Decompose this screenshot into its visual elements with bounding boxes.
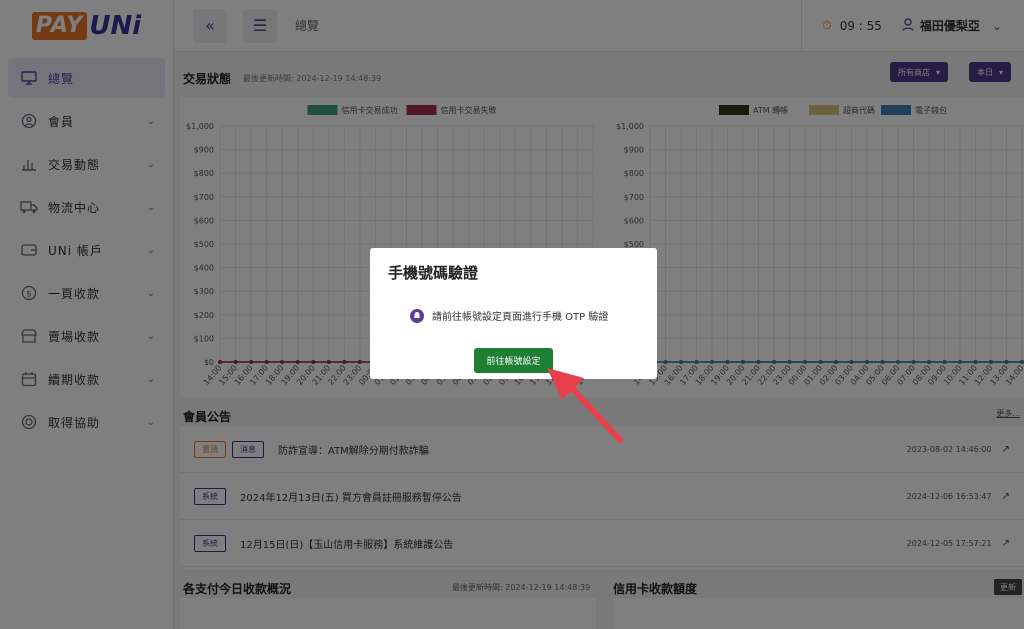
modal-message-text: 請前往帳號設定頁面進行手機 OTP 驗證: [432, 312, 609, 323]
modal-message: 請前往帳號設定頁面進行手機 OTP 驗證: [410, 308, 608, 323]
bell-icon: [410, 308, 424, 323]
modal-title: 手機號碼驗證: [388, 264, 479, 282]
go-to-account-settings-button[interactable]: 前往帳號設定: [474, 348, 553, 373]
phone-verification-modal: 手機號碼驗證 請前往帳號設定頁面進行手機 OTP 驗證 前往帳號設定: [370, 248, 657, 379]
